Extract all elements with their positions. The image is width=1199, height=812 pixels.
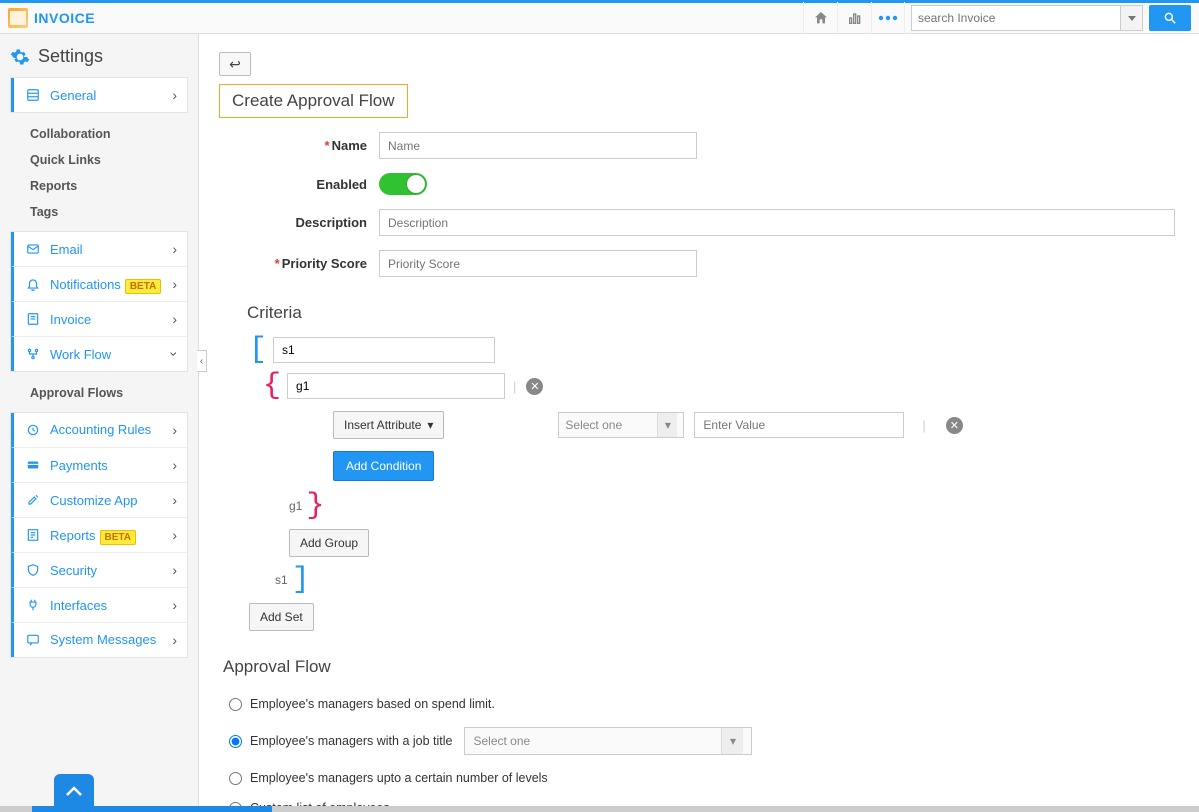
settings-label: Settings: [38, 46, 103, 67]
sidebar: Settings General › Collaboration Quick L…: [0, 34, 199, 806]
page-title: Create Approval Flow: [219, 84, 408, 118]
flow-option-levels[interactable]: Employee's managers upto a certain numbe…: [229, 763, 1179, 793]
payments-icon: [26, 458, 44, 472]
sidebar-item-system-messages[interactable]: System Messages ›: [11, 623, 187, 657]
search-dropdown[interactable]: [1121, 5, 1143, 31]
flow-option-spend-limit[interactable]: Employee's managers based on spend limit…: [229, 689, 1179, 719]
name-label: *Name: [219, 138, 379, 153]
open-square-bracket-icon: [: [249, 335, 267, 365]
chevron-right-icon: ›: [172, 492, 177, 508]
reports-icon: [26, 528, 44, 542]
chevron-right-icon: ›: [172, 562, 177, 578]
sidebar-item-accounting-rules[interactable]: Accounting Rules ›: [11, 413, 187, 448]
condition-value-input[interactable]: [694, 412, 904, 438]
sidebar-item-interfaces[interactable]: Interfaces ›: [11, 588, 187, 623]
chevron-right-icon: ›: [172, 422, 177, 438]
more-menu-icon[interactable]: [871, 2, 905, 35]
sidebar-item-security[interactable]: Security ›: [11, 553, 187, 588]
add-group-button[interactable]: Add Group: [289, 529, 369, 557]
priority-label: *Priority Score: [219, 256, 379, 271]
close-curly-bracket-icon: }: [306, 491, 324, 521]
tools-icon: [26, 493, 44, 507]
set-name-input[interactable]: [273, 337, 495, 363]
enabled-toggle[interactable]: [379, 173, 427, 195]
approval-flow-header: Approval Flow: [223, 657, 1179, 677]
general-icon: [26, 88, 44, 102]
sidebar-item-payments[interactable]: Payments ›: [11, 448, 187, 483]
sidebar-item-notifications[interactable]: NotificationsBETA ›: [11, 267, 187, 302]
app-logo[interactable]: INVOICE: [8, 8, 95, 28]
search-button[interactable]: [1149, 5, 1191, 31]
home-icon[interactable]: [803, 2, 837, 35]
sidebar-item-general[interactable]: General ›: [11, 78, 187, 112]
beta-badge: BETA: [125, 279, 161, 294]
sidebar-item-customize-app[interactable]: Customize App ›: [11, 483, 187, 518]
sidebar-sub-quicklinks[interactable]: Quick Links: [20, 147, 198, 173]
sidebar-sub-tags[interactable]: Tags: [20, 199, 198, 225]
add-set-button[interactable]: Add Set: [249, 603, 314, 631]
add-condition-button[interactable]: Add Condition: [333, 451, 434, 481]
chevron-right-icon: ›: [172, 276, 177, 292]
criteria-header: Criteria: [247, 303, 1179, 323]
message-icon: [26, 633, 44, 647]
app-title: INVOICE: [34, 10, 95, 26]
invoice-logo-icon: [8, 8, 28, 28]
sidebar-item-email[interactable]: Email ›: [11, 232, 187, 267]
beta-badge: BETA: [100, 530, 136, 545]
priority-input[interactable]: [379, 250, 697, 277]
sidebar-item-invoice[interactable]: Invoice ›: [11, 302, 187, 337]
description-label: Description: [219, 215, 379, 230]
condition-operator-select[interactable]: Select one▾: [558, 412, 684, 438]
group-name-input[interactable]: [287, 373, 505, 399]
flow-option-job-title[interactable]: Employee's managers with a job title Sel…: [229, 719, 1179, 763]
sidebar-sub-approval-flows[interactable]: Approval Flows: [20, 380, 198, 406]
shield-icon: [26, 563, 44, 577]
chevron-right-icon: ›: [172, 87, 177, 103]
workflow-icon: [26, 347, 44, 361]
chevron-right-icon: ›: [172, 632, 177, 648]
bell-icon: [26, 277, 44, 291]
remove-group-button[interactable]: ✕: [526, 378, 543, 395]
chevron-right-icon: ›: [172, 597, 177, 613]
search-input[interactable]: [911, 5, 1121, 31]
name-input[interactable]: [379, 132, 697, 159]
settings-header: Settings: [0, 34, 198, 77]
job-title-select[interactable]: Select one▾: [464, 727, 752, 755]
insert-attribute-dropdown[interactable]: Insert Attribute▾: [333, 411, 444, 439]
sidebar-sub-collaboration[interactable]: Collaboration: [20, 121, 198, 147]
chart-icon[interactable]: [837, 2, 871, 35]
scroll-top-button[interactable]: [54, 774, 94, 808]
close-square-bracket-icon: ]: [292, 565, 310, 595]
chevron-right-icon: ›: [172, 457, 177, 473]
sidebar-sub-reports[interactable]: Reports: [20, 173, 198, 199]
main-content: ↩ Create Approval Flow *Name Enabled Des…: [199, 34, 1199, 806]
chevron-right-icon: ›: [172, 311, 177, 327]
gear-icon: [10, 47, 30, 67]
sidebar-collapse-handle[interactable]: ‹: [197, 350, 207, 372]
open-curly-bracket-icon: {: [263, 371, 281, 401]
remove-condition-button[interactable]: ✕: [946, 417, 963, 434]
chevron-right-icon: ›: [172, 527, 177, 543]
flow-option-custom-employees[interactable]: Custom list of employees: [229, 793, 1179, 806]
email-icon: [26, 242, 44, 256]
rules-icon: [26, 423, 44, 437]
chevron-down-icon: ›: [167, 352, 183, 357]
back-button[interactable]: ↩: [219, 52, 251, 76]
chevron-right-icon: ›: [172, 241, 177, 257]
description-input[interactable]: [379, 209, 1175, 236]
sidebar-item-workflow[interactable]: Work Flow ›: [11, 337, 187, 371]
invoice-icon: [26, 312, 44, 326]
plug-icon: [26, 598, 44, 612]
sidebar-item-reports[interactable]: ReportsBETA ›: [11, 518, 187, 553]
enabled-label: Enabled: [219, 177, 379, 192]
